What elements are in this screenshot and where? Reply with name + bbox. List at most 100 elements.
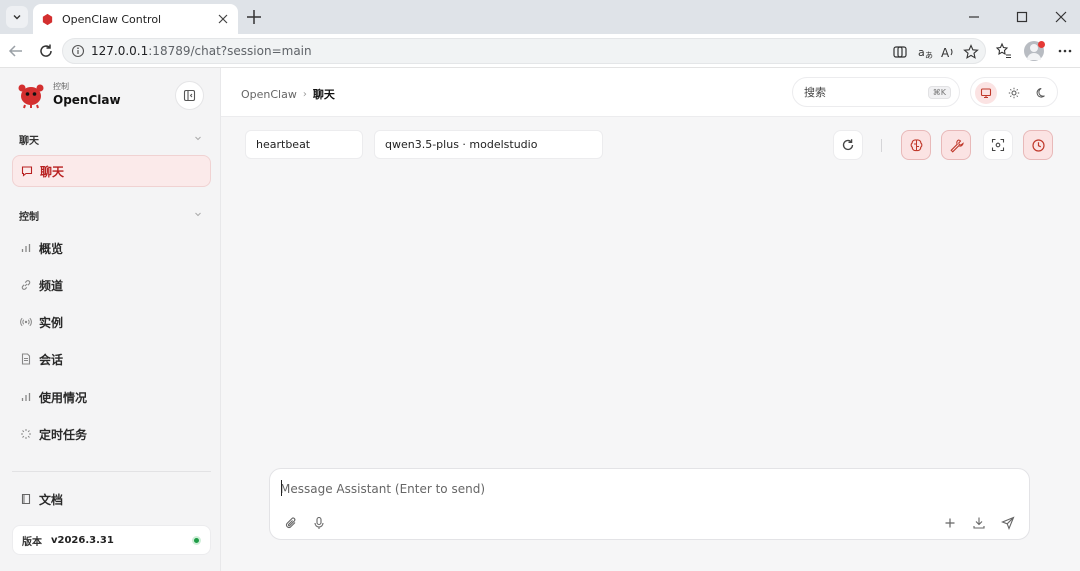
export-button[interactable] (971, 515, 987, 531)
favorites-list-icon[interactable] (994, 42, 1012, 60)
tools-toggle-button[interactable] (941, 130, 971, 160)
theme-light-button[interactable] (1003, 82, 1025, 104)
bar-chart-icon (21, 244, 31, 252)
sidebar-item-label: 实例 (39, 315, 64, 330)
collapse-sidebar-button[interactable] (175, 81, 204, 110)
document-icon (21, 353, 31, 365)
wrench-icon (949, 138, 964, 153)
breadcrumb-separator: › (302, 88, 307, 100)
sidebar-item-instances[interactable]: 实例 (20, 311, 210, 333)
loader-icon (21, 429, 31, 439)
svg-text:A: A (941, 46, 950, 60)
browser-tabstrip: OpenClaw Control (0, 0, 1080, 34)
sidebar-item-label: 使用情况 (39, 390, 88, 405)
message-icon (21, 166, 33, 177)
moon-icon (1036, 88, 1045, 98)
brand-name: OpenClaw (53, 93, 121, 107)
send-icon (1001, 516, 1015, 530)
voice-input-button[interactable] (311, 515, 327, 531)
connection-status-dot (192, 536, 201, 545)
browser-tab[interactable]: OpenClaw Control (33, 4, 238, 34)
url-text: 127.0.0.1:18789/chat?session=main (91, 44, 312, 58)
site-info-icon[interactable] (71, 44, 85, 58)
clock-icon (1031, 138, 1045, 152)
new-chat-button[interactable] (942, 515, 958, 531)
tab-list-button[interactable] (6, 6, 28, 28)
openclaw-app: 控制 OpenClaw 聊天 聊天 控制 概览 频道 实例 会话 使用情况 定时… (0, 68, 1080, 571)
attach-button[interactable] (283, 515, 299, 531)
sidebar-item-docs[interactable]: 文档 (20, 488, 210, 510)
sidebar-item-label: 概览 (39, 241, 64, 256)
back-icon[interactable] (7, 42, 25, 60)
close-window-icon[interactable] (1053, 9, 1069, 25)
breadcrumb-current: 聊天 (312, 88, 335, 101)
sidebar-item-chat[interactable]: 聊天 (12, 155, 211, 187)
section-header-chat[interactable]: 聊天 (19, 132, 39, 147)
broadcast-icon (20, 317, 32, 327)
chevron-down-icon (13, 15, 21, 20)
toolbar-divider (881, 139, 882, 152)
chevron-down-icon[interactable] (193, 133, 203, 143)
url-bar[interactable]: 127.0.0.1:18789/chat?session=main aあ A (62, 38, 986, 64)
section-header-control[interactable]: 控制 (19, 208, 39, 223)
breadcrumb-root[interactable]: OpenClaw (241, 88, 297, 101)
sidebar-item-overview[interactable]: 概览 (20, 237, 210, 259)
sidebar-item-label: 会话 (39, 352, 64, 367)
breadcrumb: OpenClaw › 聊天 (241, 86, 335, 102)
download-icon (973, 517, 985, 529)
svg-text:あ: あ (925, 51, 933, 60)
book-icon (21, 493, 31, 505)
message-input[interactable] (280, 479, 1000, 499)
message-composer (269, 468, 1030, 540)
search-input[interactable]: 搜索 ⌘K (792, 77, 960, 107)
model-selector[interactable]: qwen3.5-plus · modelstudio (374, 130, 603, 159)
openclaw-favicon-icon (42, 13, 53, 25)
minimize-icon[interactable] (966, 9, 982, 25)
sidebar-item-sessions[interactable]: 会话 (20, 348, 210, 370)
session-selector[interactable]: heartbeat (245, 130, 363, 159)
maximize-icon[interactable] (1014, 9, 1030, 25)
sidebar-divider (12, 471, 211, 472)
address-bar-row: 127.0.0.1:18789/chat?session=main aあ A (0, 34, 1080, 68)
focus-mode-button[interactable] (983, 130, 1013, 160)
theme-dark-button[interactable] (1031, 82, 1053, 104)
openclaw-logo-icon (18, 84, 44, 109)
bar-chart-icon (21, 393, 31, 401)
schedule-toggle-button[interactable] (1023, 130, 1053, 160)
sidebar-item-channels[interactable]: 频道 (20, 274, 210, 296)
monitor-icon (980, 88, 992, 99)
close-tab-icon[interactable] (216, 12, 230, 26)
sidebar: 控制 OpenClaw 聊天 聊天 控制 概览 频道 实例 会话 使用情况 定时… (0, 68, 221, 571)
focus-icon (991, 138, 1005, 152)
plus-icon (945, 518, 955, 528)
chevron-down-icon[interactable] (193, 209, 203, 219)
version-value: v2026.3.31 (51, 534, 114, 546)
theme-system-button[interactable] (975, 82, 997, 104)
svg-text:a: a (918, 46, 925, 59)
topbar: OpenClaw › 聊天 搜索 ⌘K (221, 68, 1080, 117)
link-icon (21, 280, 31, 290)
profile-avatar[interactable] (1024, 41, 1045, 61)
new-tab-icon[interactable] (245, 8, 263, 26)
translate-icon[interactable]: aあ (917, 44, 933, 60)
favorite-star-icon[interactable] (963, 44, 979, 60)
read-aloud-icon[interactable]: A (940, 44, 956, 60)
version-info: 版本 v2026.3.31 (12, 525, 211, 555)
send-button[interactable] (1000, 515, 1016, 531)
search-shortcut-badge: ⌘K (927, 85, 951, 99)
search-placeholder: 搜索 (804, 86, 826, 99)
reload-icon[interactable] (37, 42, 55, 60)
sidebar-item-usage[interactable]: 使用情况 (20, 386, 210, 408)
theme-switcher (970, 77, 1058, 107)
refresh-button[interactable] (833, 130, 863, 160)
sidebar-item-label: 文档 (39, 492, 64, 507)
copilot-icon[interactable] (892, 44, 908, 60)
notification-dot-icon (1038, 41, 1045, 48)
brain-icon (910, 138, 922, 151)
sidebar-item-label: 频道 (39, 278, 64, 293)
more-options-icon[interactable] (1056, 42, 1074, 60)
thinking-toggle-button[interactable] (901, 130, 931, 160)
version-key: 版本 (22, 536, 42, 548)
tab-title: OpenClaw Control (62, 12, 162, 26)
sidebar-item-cron[interactable]: 定时任务 (20, 423, 210, 445)
